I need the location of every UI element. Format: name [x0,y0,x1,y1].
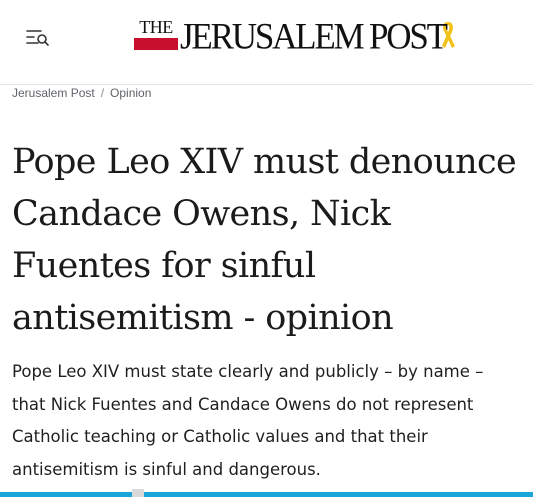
bottom-accent-strip [0,489,533,497]
logo-the-text: THE [139,17,173,37]
logo-wordmark: JERUSALEM POST [180,16,448,57]
menu-search-icon [26,30,49,46]
site-header: THE JERUSALEM POST [0,0,533,85]
site-logo[interactable]: THE JERUSALEM POST [134,16,456,57]
article-headline: Pope Leo XIV must denounce Candace Owens… [12,142,517,338]
article-subheadline: Pope Leo XIV must state clearly and publ… [12,362,484,479]
menu-search-button[interactable] [26,28,52,48]
logo-red-bar [134,38,178,50]
strip-marker [132,489,144,497]
breadcrumb: Jerusalem Post / Opinion [12,86,151,100]
breadcrumb-item-opinion[interactable]: Opinion [110,86,151,100]
logo-the-mark: THE [134,18,178,54]
breadcrumb-separator: / [100,86,105,100]
breadcrumb-item-home[interactable]: Jerusalem Post [12,86,95,100]
